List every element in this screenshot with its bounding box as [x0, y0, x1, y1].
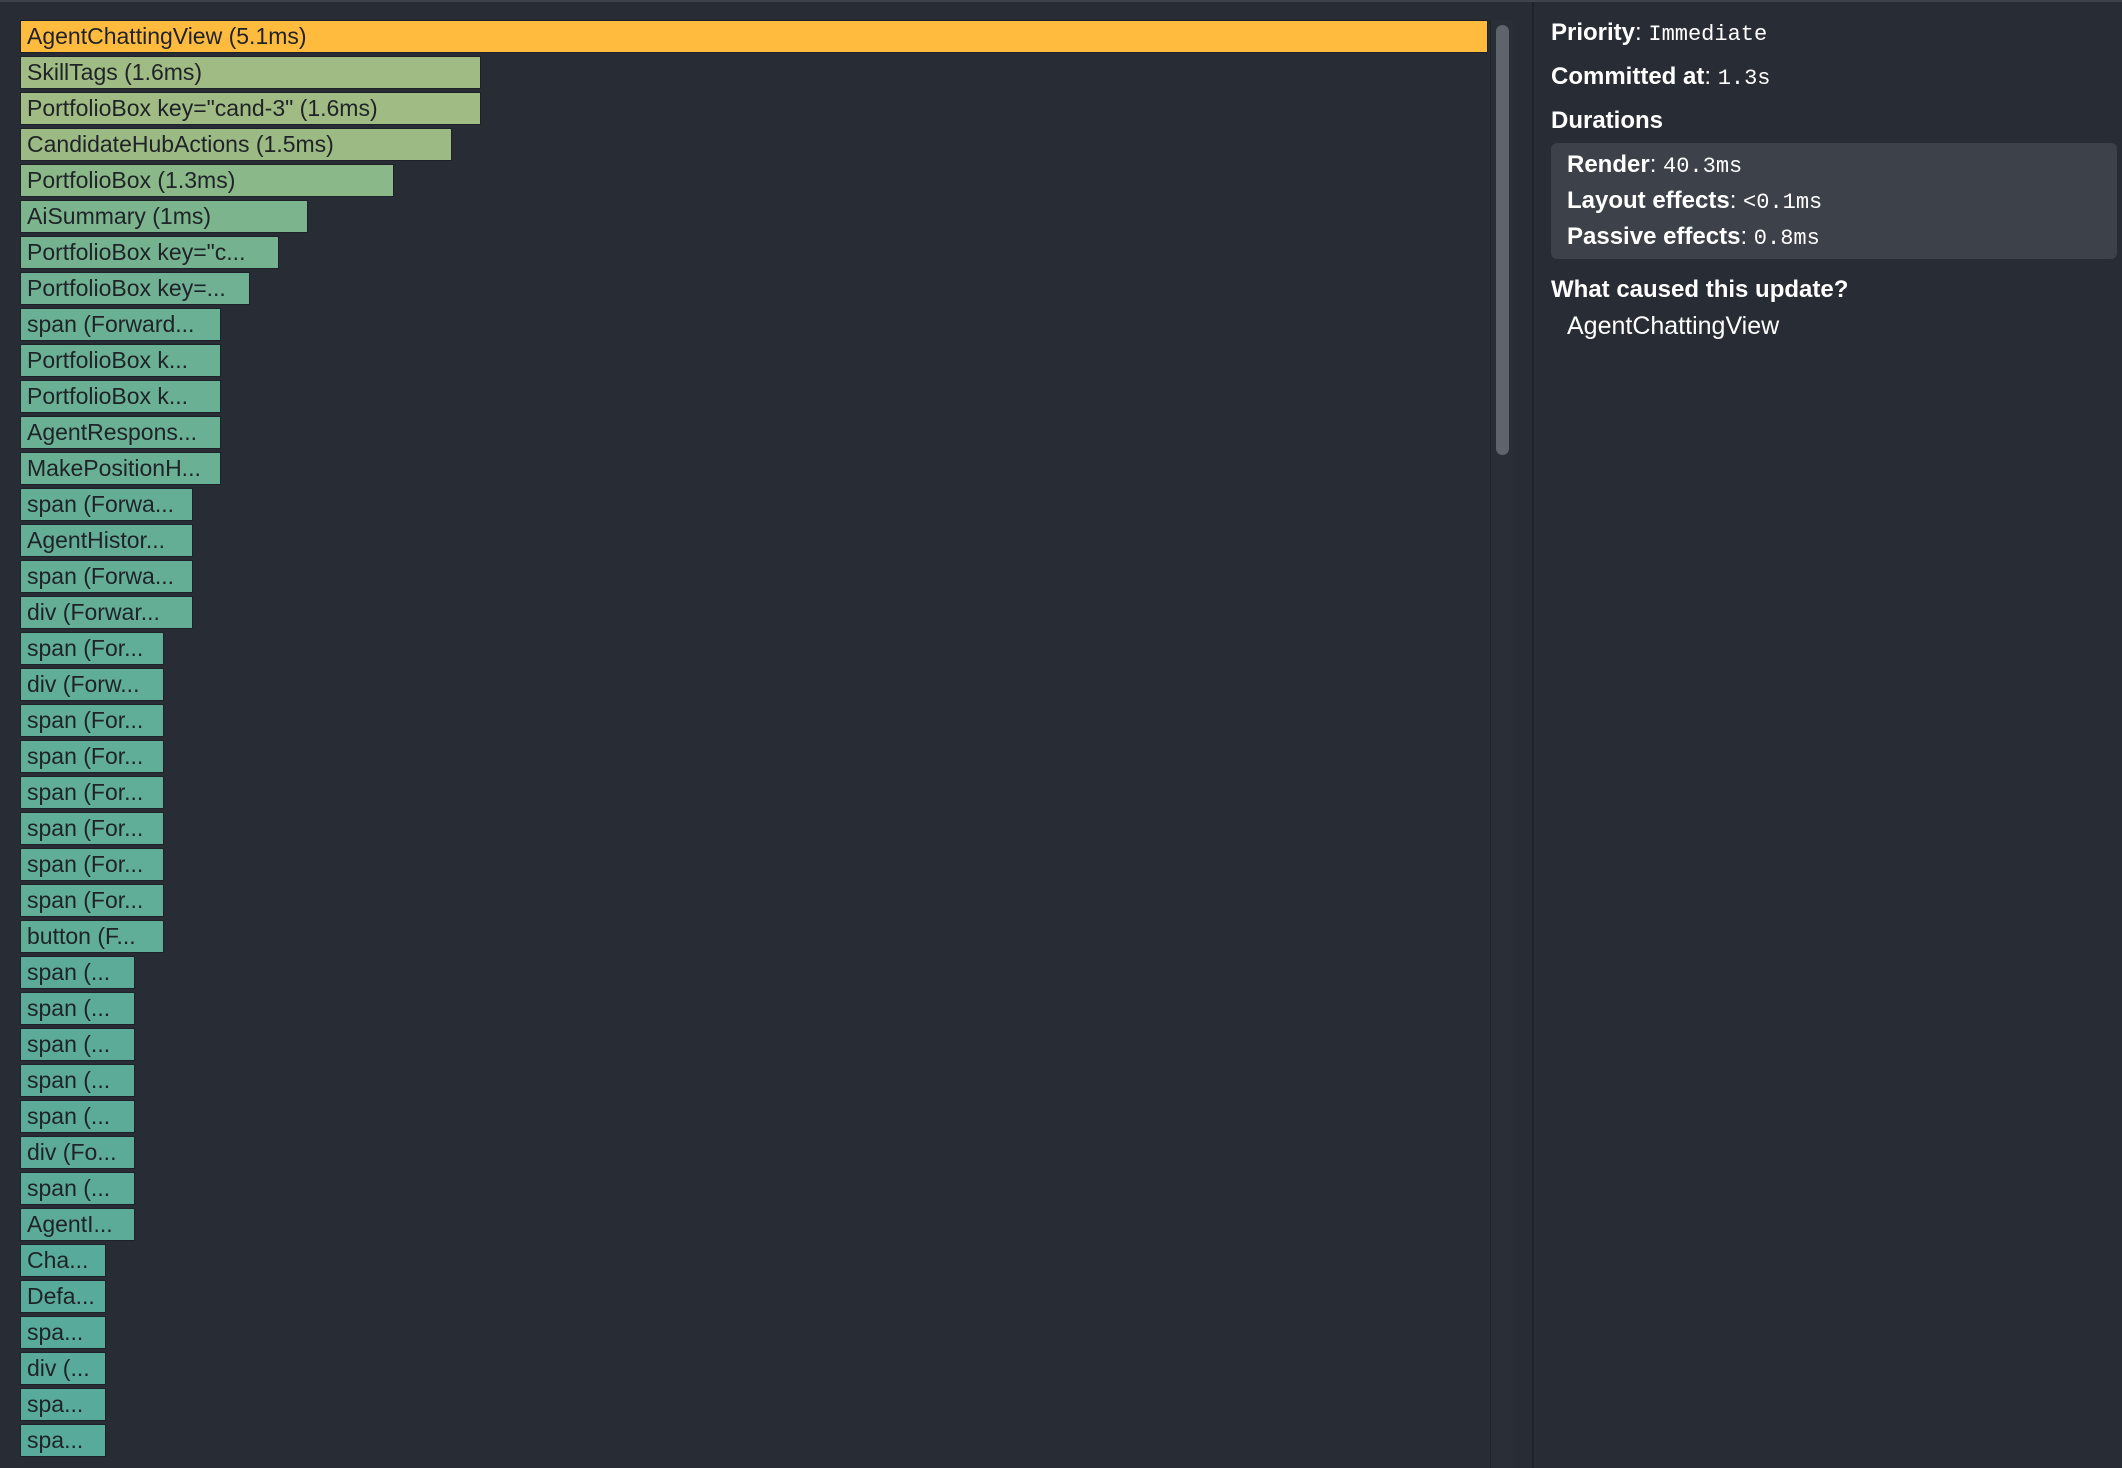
ranked-bar[interactable]: span (...: [20, 1028, 135, 1061]
ranked-bar[interactable]: span (...: [20, 992, 135, 1025]
layout-effects-label: Layout effects: [1567, 187, 1730, 214]
ranked-bar[interactable]: span (Forwa...: [20, 488, 193, 521]
update-cause-component[interactable]: AgentChattingView: [1567, 312, 1779, 341]
ranked-bar[interactable]: PortfolioBox k...: [20, 344, 221, 377]
layout-effects-value: <0.1ms: [1743, 190, 1823, 215]
scrollbar-thumb[interactable]: [1496, 25, 1509, 455]
ranked-bar[interactable]: SkillTags (1.6ms): [20, 56, 481, 89]
ranked-bar[interactable]: div (Forwar...: [20, 596, 193, 629]
ranked-bar[interactable]: span (...: [20, 1100, 135, 1133]
layout-effects-colon: :: [1729, 187, 1744, 214]
ranked-bar[interactable]: Cha...: [20, 1244, 106, 1277]
ranked-bar[interactable]: span (...: [20, 1064, 135, 1097]
panel-divider[interactable]: [1532, 2, 1534, 1468]
ranked-bar[interactable]: spa...: [20, 1316, 106, 1349]
priority-row: Priority: Immediate: [1551, 19, 1767, 47]
ranked-bar[interactable]: Defa...: [20, 1280, 106, 1313]
ranked-chart-panel: AgentChattingView (5.1ms) SkillTags (1.6m…: [0, 2, 1514, 1468]
priority-value: Immediate: [1648, 22, 1768, 47]
render-value: 40.3ms: [1663, 154, 1743, 179]
render-row: Render: 40.3ms: [1567, 151, 1742, 179]
render-label: Render: [1567, 151, 1650, 178]
ranked-bar[interactable]: CandidateHubActions (1.5ms): [20, 128, 452, 161]
profiler-window: AgentChattingView (5.1ms) SkillTags (1.6m…: [0, 0, 2122, 1468]
committed-value: 1.3s: [1717, 66, 1771, 91]
ranked-bar[interactable]: span (...: [20, 1172, 135, 1205]
ranked-bar[interactable]: div (Fo...: [20, 1136, 135, 1169]
ranked-bar[interactable]: span (For...: [20, 704, 164, 737]
committed-colon: :: [1704, 63, 1718, 90]
layout-effects-row: Layout effects: <0.1ms: [1567, 187, 1822, 215]
ranked-bar[interactable]: PortfolioBox k...: [20, 380, 221, 413]
priority-colon: :: [1635, 19, 1649, 46]
ranked-bar[interactable]: span (Forward...: [20, 308, 221, 341]
ranked-bar[interactable]: span (For...: [20, 632, 164, 665]
ranked-bar[interactable]: span (For...: [20, 848, 164, 881]
ranked-bar[interactable]: span (...: [20, 956, 135, 989]
durations-title: Durations: [1551, 107, 1664, 134]
ranked-bar[interactable]: AgentChattingView (5.1ms): [20, 20, 1488, 53]
update-cause-title: What caused this update?: [1551, 276, 1849, 303]
ranked-bar[interactable]: MakePositionH...: [20, 452, 221, 485]
ranked-bar[interactable]: AgentHistor...: [20, 524, 193, 557]
ranked-bar[interactable]: span (For...: [20, 740, 164, 773]
ranked-bar[interactable]: PortfolioBox key="c...: [20, 236, 279, 269]
ranked-bar[interactable]: button (F...: [20, 920, 164, 953]
passive-effects-label: Passive effects: [1567, 223, 1741, 250]
ranked-bar[interactable]: PortfolioBox (1.3ms): [20, 164, 394, 197]
ranked-bar[interactable]: span (Forwa...: [20, 560, 193, 593]
passive-effects-row: Passive effects: 0.8ms: [1567, 223, 1820, 251]
scrollbar-track[interactable]: [1490, 20, 1513, 1468]
ranked-bar[interactable]: div (Forw...: [20, 668, 164, 701]
ranked-bar[interactable]: spa...: [20, 1424, 106, 1457]
ranked-bar[interactable]: PortfolioBox key=...: [20, 272, 250, 305]
ranked-bar[interactable]: span (For...: [20, 776, 164, 809]
ranked-bar[interactable]: PortfolioBox key="cand-3" (1.6ms): [20, 92, 481, 125]
committed-row: Committed at: 1.3s: [1551, 63, 1771, 91]
render-colon: :: [1649, 151, 1664, 178]
ranked-bar[interactable]: span (For...: [20, 812, 164, 845]
priority-label: Priority: [1551, 19, 1636, 46]
ranked-bar[interactable]: spa...: [20, 1388, 106, 1421]
passive-effects-colon: :: [1740, 223, 1754, 250]
ranked-bar[interactable]: div (...: [20, 1352, 106, 1385]
committed-label: Committed at: [1551, 63, 1705, 90]
ranked-bar[interactable]: AgentI...: [20, 1208, 135, 1241]
ranked-bar[interactable]: AgentRespons...: [20, 416, 221, 449]
passive-effects-value: 0.8ms: [1753, 226, 1820, 251]
durations-box: Render: 40.3ms Layout effects: <0.1ms Pa…: [1551, 143, 2117, 259]
ranked-bar[interactable]: AiSummary (1ms): [20, 200, 308, 233]
ranked-bar[interactable]: span (For...: [20, 884, 164, 917]
